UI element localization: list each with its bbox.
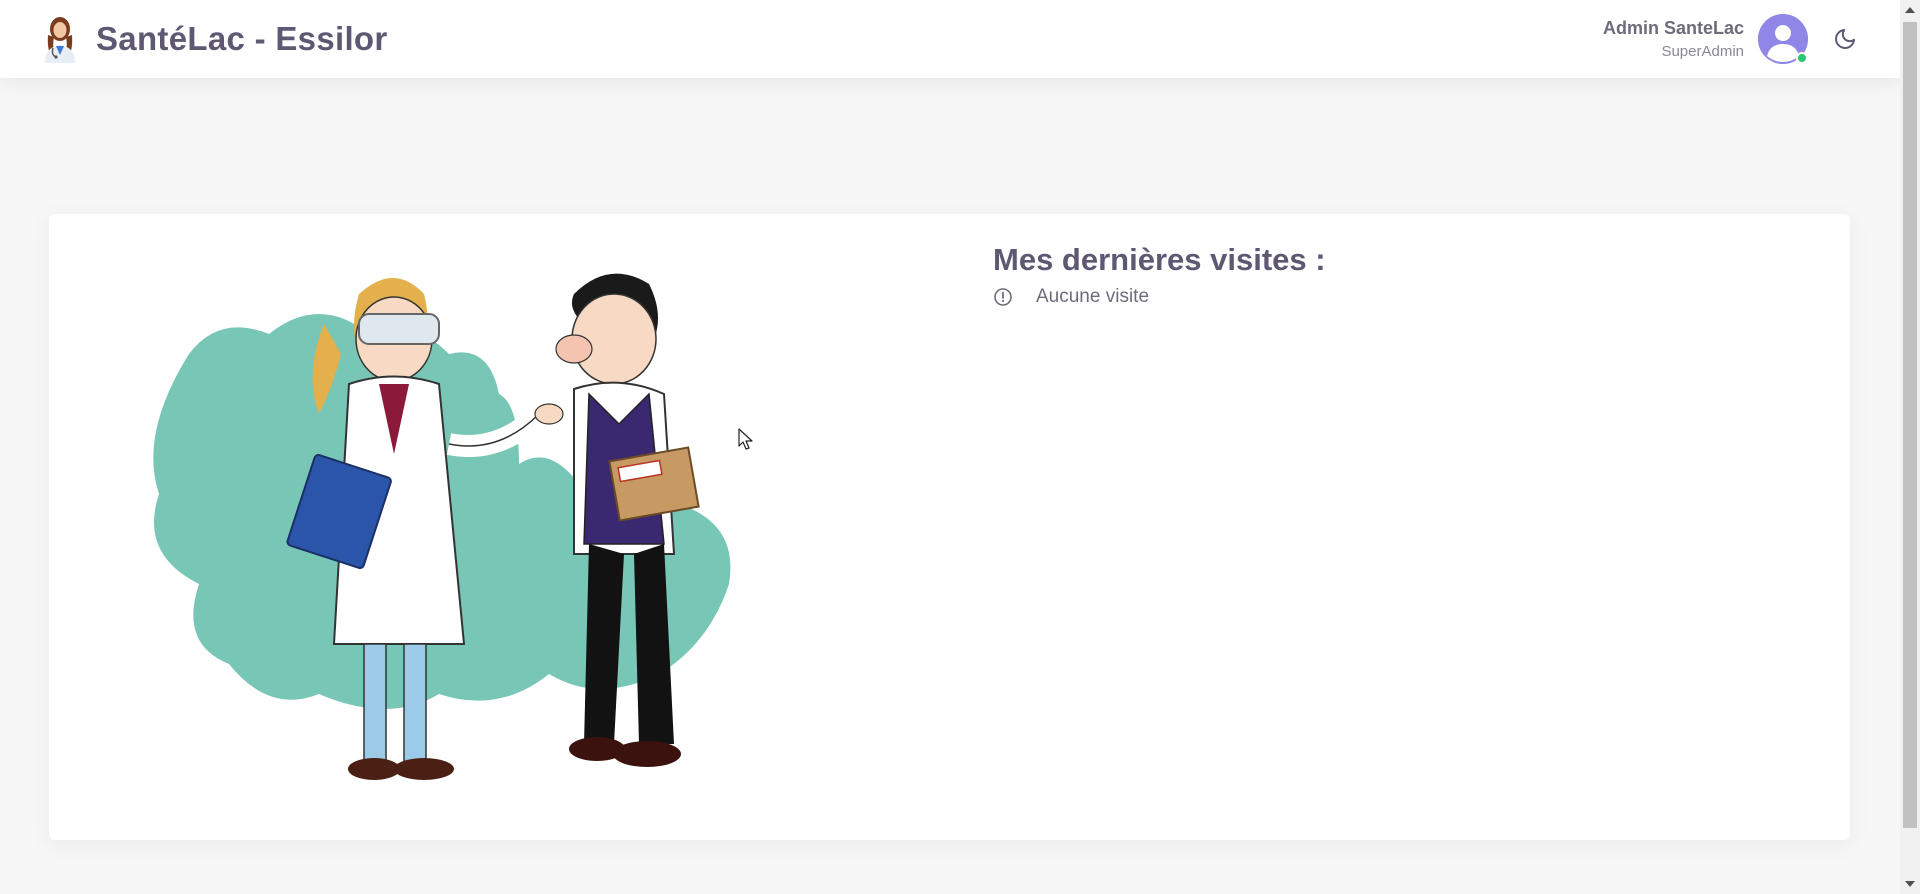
- user-role: SuperAdmin: [1661, 42, 1744, 60]
- brand[interactable]: SantéLac - Essilor: [39, 0, 388, 78]
- scroll-up-arrow-icon[interactable]: [1905, 7, 1915, 13]
- app-root: SantéLac - Essilor Admin SanteLac SuperA…: [0, 0, 1920, 894]
- scroll-down-arrow-icon[interactable]: [1905, 881, 1915, 887]
- visits-empty-text: Aucune visite: [1036, 286, 1150, 307]
- pharmacist-and-sales-rep-illustration: [153, 273, 731, 780]
- theme-toggle-button[interactable]: [1830, 24, 1860, 54]
- moon-icon: [1835, 29, 1855, 49]
- scrollbar-thumb[interactable]: [1903, 22, 1917, 828]
- home-card: Mes dernières visites : Aucune visite: [49, 214, 1850, 840]
- online-status-badge: [1796, 52, 1808, 64]
- visits-empty-state: Aucune visite: [993, 286, 1326, 308]
- user-name: Admin SanteLac: [1602, 17, 1744, 38]
- user-info[interactable]: Admin SanteLac SuperAdmin: [1603, 17, 1744, 62]
- avatar-container[interactable]: [1758, 14, 1808, 64]
- recent-visits-section: Mes dernières visites : Aucune visite: [993, 238, 1326, 308]
- page-scrollbar[interactable]: [1900, 0, 1920, 894]
- alert-circle-icon: [994, 288, 1012, 306]
- user-menu[interactable]: Admin SanteLac SuperAdmin: [1603, 0, 1900, 78]
- top-navbar: SantéLac - Essilor Admin SanteLac SuperA…: [0, 0, 1900, 78]
- recent-visits-title: Mes dernières visites :: [993, 242, 1326, 277]
- doctor-logo-icon: [45, 17, 75, 63]
- app-title: SantéLac - Essilor: [96, 20, 388, 57]
